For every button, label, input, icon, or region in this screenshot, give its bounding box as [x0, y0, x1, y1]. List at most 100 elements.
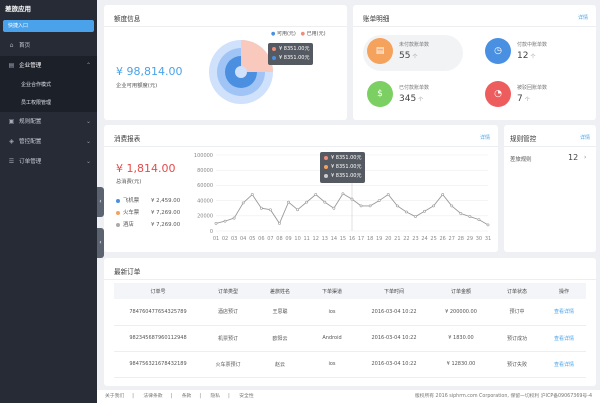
footer-link-terms[interactable]: 条款	[182, 394, 192, 399]
data-point	[241, 201, 245, 205]
building-icon: ▤	[8, 62, 15, 69]
sidebar-subitem-permissions[interactable]: 员工权限管理	[0, 94, 97, 112]
table-row: 984756321678432189 火车票预订 赵云 ios 2016-03-04 1…	[114, 351, 586, 378]
y-tick-label: 20000	[197, 214, 213, 220]
credit-legend: ● 可用(元) ● 已用(元)	[271, 31, 326, 37]
credit-donut-chart	[209, 40, 273, 104]
quick-entry-button[interactable]: 快捷入口	[3, 20, 94, 32]
breakdown-hotel: 酒店 ¥ 7,269.00	[116, 219, 180, 231]
col-status: 订单状态	[492, 283, 542, 299]
data-point	[395, 204, 399, 208]
data-point	[296, 208, 300, 212]
x-tick-label: 23	[412, 236, 418, 242]
legend-used: 已用(元)	[306, 31, 326, 37]
x-tick-label: 06	[258, 236, 264, 242]
bill-rejected[interactable]: ◔ 被驳回账单数 7个	[485, 79, 585, 115]
y-tick-label: 40000	[197, 198, 213, 204]
x-tick-label: 13	[322, 236, 328, 242]
legend-available: 可用(元)	[276, 31, 296, 37]
data-point	[269, 208, 272, 212]
chevron-right-icon[interactable]: ›	[584, 154, 586, 161]
sidebar-subitem-cooperation[interactable]: 企业合作模式	[0, 76, 97, 94]
credit-amount-label: 企业可用额度(元)	[116, 83, 158, 89]
data-point	[350, 197, 354, 201]
bill-paying[interactable]: ◷ 付款中账单数 12 个	[485, 36, 585, 72]
sidebar-item-home[interactable]: ⌂ 首页	[0, 36, 97, 56]
data-point	[414, 215, 417, 218]
x-tick-label: 22	[403, 236, 409, 242]
view-detail-link[interactable]: 查看详情	[542, 351, 586, 378]
x-tick-label: 26	[439, 236, 445, 242]
x-tick-label: 28	[458, 236, 464, 242]
sidebar-item-orders[interactable]: ☰ 订单管理 ⌄	[0, 152, 97, 172]
app-title: 差旅应用	[5, 5, 31, 13]
data-point	[486, 223, 490, 227]
sidebar-item-control[interactable]: ◈ 管控配置 ⌄	[0, 132, 97, 152]
data-point	[305, 200, 309, 204]
donut-center	[235, 66, 247, 78]
data-point	[423, 209, 426, 213]
x-tick-label: 09	[285, 236, 291, 242]
home-icon: ⌂	[9, 42, 14, 49]
view-detail-link[interactable]: 查看详情	[542, 299, 586, 326]
footer-copyright: 版权所有 2016 siphrm.com Corporation, 保留一切权利…	[414, 394, 592, 399]
y-tick-label: 60000	[197, 183, 213, 189]
x-tick-label: 10	[294, 236, 300, 242]
x-tick-label: 27	[449, 236, 455, 242]
col-traveler: 差旅姓名	[254, 283, 306, 299]
footer-link-security[interactable]: 安全性	[239, 394, 253, 399]
speedometer-icon: ◔	[485, 81, 511, 107]
cart-icon: ☰	[8, 158, 15, 165]
data-point	[468, 215, 472, 218]
consumption-card: 消费报表 详情 ¥ 1,814.00 总消费(元) 飞机票 ¥ 2,459.00 …	[104, 125, 498, 252]
col-channel: 下单渠道	[306, 283, 358, 299]
y-tick-label: 80000	[197, 168, 213, 174]
view-detail-link[interactable]: 查看详情	[542, 325, 586, 352]
chevron-down-icon: ⌄	[85, 158, 91, 165]
bill-unpaid[interactable]: ▤ 未付款账单数 55 个	[367, 36, 467, 72]
consumption-detail-link[interactable]: 详情	[480, 134, 490, 141]
chevron-down-icon: ⌄	[85, 138, 91, 145]
x-tick-label: 04	[240, 236, 246, 242]
collapse-toggle-icon[interactable]: ‹	[97, 187, 104, 217]
shield-icon: ◈	[9, 138, 14, 145]
data-point	[214, 222, 218, 225]
bills-detail-link[interactable]: 详情	[578, 14, 588, 21]
rules-icon: ▣	[8, 118, 15, 125]
footer-link-legal[interactable]: 法律条款	[143, 394, 162, 399]
rules-card: 规则管控 详情 差旅规则 12 ›	[504, 125, 596, 252]
rules-detail-link[interactable]: 详情	[580, 134, 590, 141]
document-icon: ▤	[367, 38, 393, 64]
x-tick-label: 19	[376, 236, 382, 242]
bills-card: 账单明细 详情 ▤ 未付款账单数 55 个 ◷ 付款中账单数 12 个 $ 已付款账…	[353, 5, 596, 120]
table-row: 982345687960112948 机票预订 欧阳云 Android 2016-03-…	[114, 325, 586, 352]
data-point	[450, 204, 454, 208]
data-point	[314, 193, 318, 196]
x-tick-label: 20	[385, 236, 391, 242]
footer-link-about[interactable]: 关于我们	[105, 394, 124, 399]
rules-value: 12	[568, 153, 579, 162]
expand-toggle-icon[interactable]: ‹	[97, 228, 104, 258]
x-tick-label: 21	[394, 236, 400, 242]
bill-paid[interactable]: $ 已付款账单数 345 个	[367, 79, 467, 115]
credit-title: 额度信息	[114, 15, 141, 23]
data-point	[432, 204, 436, 208]
x-tick-label: 07	[267, 236, 273, 242]
sidebar-item-label: 管控配置	[19, 139, 42, 145]
credit-amount: ¥ 98,814.00	[116, 65, 183, 78]
consumption-amount: ¥ 1,814.00	[116, 162, 176, 175]
footer: 关于我们 | 法律条款 | 条款 | 隐私 | 安全性 版权所有 2016 siphrm…	[97, 390, 600, 403]
sidebar-item-enterprise[interactable]: ▤ 企业管理 ⌃	[0, 56, 97, 76]
col-amount: 订单金额	[430, 283, 492, 299]
x-tick-label: 25	[430, 236, 436, 242]
breakdown-train: 火车票 ¥ 7,269.00	[116, 207, 180, 219]
orders-table-wrap: 订单号 订单类型 差旅姓名 下单渠道 下单时间 订单金额 订单状态 操作 784…	[114, 283, 586, 378]
credit-card: 额度信息 ¥ 98,814.00 企业可用额度(元) ● 可用(元) ● 已用(…	[104, 5, 347, 120]
bills-title: 账单明细	[363, 15, 390, 23]
rules-title: 规则管控	[510, 135, 537, 143]
data-point	[278, 222, 281, 225]
sidebar-item-rules[interactable]: ▣ 规则配置 ⌄	[0, 112, 97, 132]
footer-link-privacy[interactable]: 隐私	[210, 394, 220, 399]
data-point	[323, 200, 327, 204]
x-tick-label: 18	[367, 236, 373, 242]
